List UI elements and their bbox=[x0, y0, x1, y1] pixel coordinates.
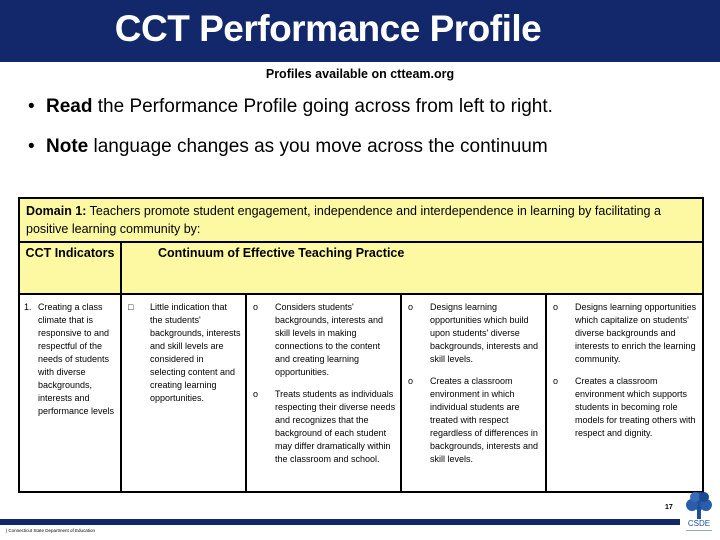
logo-text: CSDE bbox=[688, 519, 710, 528]
item-text: Designs learning opportunities which cap… bbox=[575, 302, 697, 364]
csde-tree-logo-icon: CSDE bbox=[682, 489, 716, 535]
list-item: o Creates a classroom environment which s… bbox=[551, 375, 698, 440]
page-title: CCT Performance Profile bbox=[114, 8, 542, 49]
instruction-read: Read the Performance Profile going acros… bbox=[28, 95, 688, 119]
list-item: o Treats students as individuals respecti… bbox=[251, 388, 396, 466]
indicator-cell: 1. Creating a class climate that is respo… bbox=[18, 293, 122, 493]
continuum-level-2: o Considers students' backgrounds, intere… bbox=[245, 293, 402, 493]
list-item: □ Little indication that the students' ba… bbox=[126, 301, 241, 405]
bullet-keyword: Note bbox=[46, 136, 89, 157]
list-item: o Considers students' backgrounds, intere… bbox=[251, 301, 396, 379]
instruction-note: Note language changes as you move across… bbox=[28, 135, 688, 159]
domain-text: Teachers promote student engagement, ind… bbox=[26, 204, 661, 236]
list-item: o Designs learning opportunities which bu… bbox=[406, 301, 541, 366]
item-text: Considers students' backgrounds, interes… bbox=[275, 302, 384, 377]
circle-bullet-icon: o bbox=[553, 302, 559, 312]
bullet-text: language changes as you move across the … bbox=[88, 136, 548, 157]
list-item: o Designs learning opportunities which ca… bbox=[551, 301, 698, 366]
circle-bullet-icon: o bbox=[553, 376, 559, 386]
item-text: Creates a classroom environment which su… bbox=[575, 376, 696, 438]
circle-bullet-icon: o bbox=[408, 376, 414, 386]
square-bullet-icon: □ bbox=[128, 302, 134, 312]
item-text: Creates a classroom environment in which… bbox=[430, 376, 539, 464]
item-text: Designs learning opportunities which bui… bbox=[430, 302, 539, 364]
item-text: Treats students as individuals respectin… bbox=[275, 389, 396, 464]
continuum-level-1: □ Little indication that the students' ba… bbox=[120, 293, 247, 493]
indicators-header: CCT Indicators bbox=[18, 241, 122, 295]
footer-band bbox=[0, 519, 680, 525]
bullet-text: the Performance Profile going across fro… bbox=[92, 96, 553, 117]
domain-label: Domain 1: bbox=[26, 204, 87, 218]
indicator-text: Creating a class climate that is respons… bbox=[38, 302, 115, 416]
circle-bullet-icon: o bbox=[408, 302, 414, 312]
indicator-number: 1. bbox=[24, 302, 32, 312]
performance-profile-table: Domain 1: Teachers promote student engag… bbox=[17, 197, 705, 493]
instruction-list: Read the Performance Profile going acros… bbox=[28, 95, 688, 159]
circle-bullet-icon: o bbox=[253, 302, 259, 312]
subtitle: Profiles available on ctteam.org bbox=[265, 67, 455, 81]
footer-org-text: | Connecticut State Department of Educat… bbox=[6, 528, 95, 533]
continuum-level-3: o Designs learning opportunities which bu… bbox=[400, 293, 547, 493]
bullet-keyword: Read bbox=[46, 96, 93, 117]
circle-bullet-icon: o bbox=[253, 389, 259, 399]
item-text: Little indication that the students' bac… bbox=[150, 302, 241, 403]
domain-description: Domain 1: Teachers promote student engag… bbox=[17, 197, 705, 243]
page-number: 17 bbox=[665, 504, 673, 511]
continuum-level-4: o Designs learning opportunities which ca… bbox=[544, 293, 705, 493]
continuum-header: Continuum of Effective Teaching Practice bbox=[119, 241, 705, 295]
list-item: o Creates a classroom environment in whic… bbox=[406, 375, 541, 466]
